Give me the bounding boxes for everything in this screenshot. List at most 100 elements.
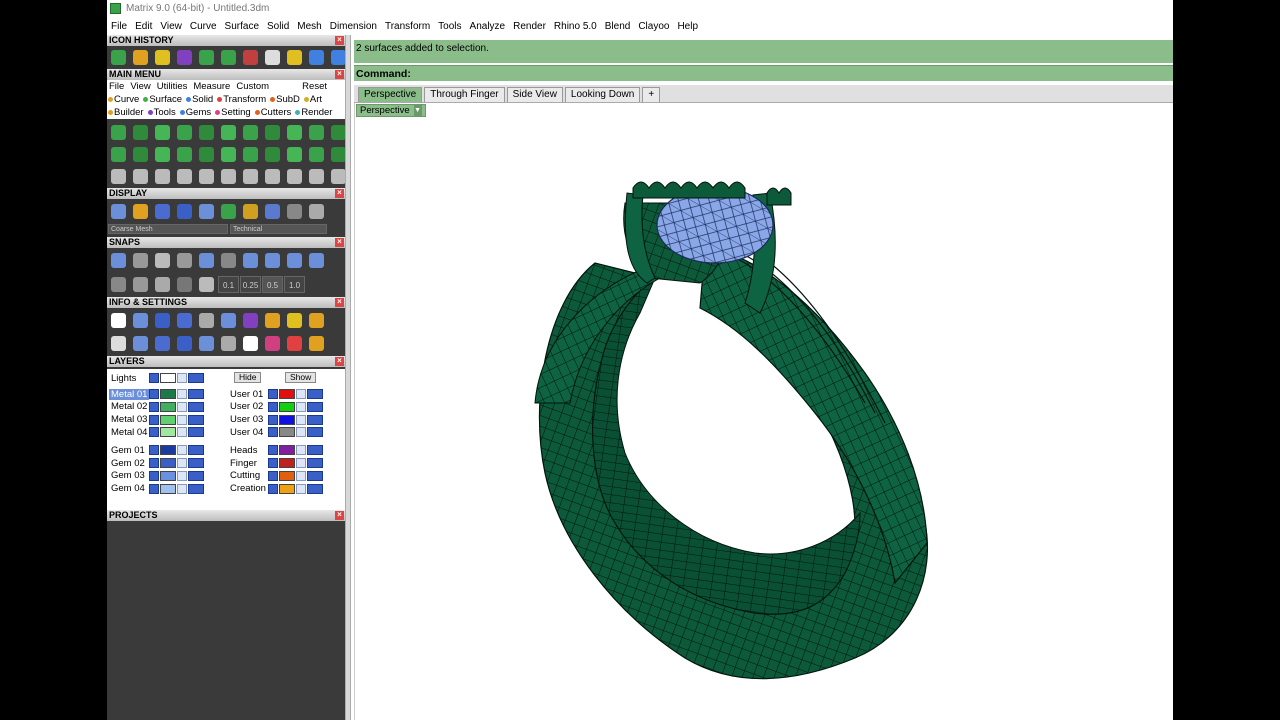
- category-builder[interactable]: Builder: [108, 107, 146, 118]
- house-icon[interactable]: [240, 47, 261, 68]
- close-icon[interactable]: ×: [335, 511, 344, 520]
- menu-view[interactable]: View: [160, 21, 182, 32]
- layer-name[interactable]: Heads: [228, 445, 268, 456]
- layer-material-swatch[interactable]: [307, 427, 323, 438]
- tool-3-3-icon[interactable]: [152, 166, 173, 187]
- menu-analyze[interactable]: Analyze: [470, 21, 506, 32]
- lock-icon[interactable]: [177, 445, 187, 456]
- layer-arrow-icon[interactable]: [268, 427, 278, 438]
- lock-icon[interactable]: [177, 427, 187, 438]
- category-setting[interactable]: Setting: [215, 107, 253, 118]
- snap-tool-3-icon[interactable]: [152, 274, 173, 295]
- lock-icon[interactable]: [296, 401, 306, 412]
- layer-color-swatch[interactable]: [160, 483, 176, 494]
- layer-material-swatch[interactable]: [188, 401, 204, 412]
- close-icon[interactable]: ×: [335, 298, 344, 307]
- snap-8-icon[interactable]: [262, 250, 283, 271]
- info-10-icon[interactable]: [306, 310, 327, 331]
- layer-name[interactable]: Gem 03: [109, 470, 149, 481]
- category-render[interactable]: Render: [295, 107, 334, 118]
- layer-material-swatch[interactable]: [188, 445, 204, 456]
- lock-icon[interactable]: [296, 458, 306, 468]
- menu-surface[interactable]: Surface: [225, 21, 259, 32]
- arrow-left-icon[interactable]: [306, 47, 327, 68]
- layer-material-swatch[interactable]: [307, 414, 323, 425]
- layer-color-swatch[interactable]: [279, 427, 295, 438]
- layer-name[interactable]: Metal 01: [109, 388, 149, 400]
- tab-side-view[interactable]: Side View: [506, 87, 563, 102]
- tool-3-2-icon[interactable]: [130, 166, 151, 187]
- info-1-icon[interactable]: [108, 310, 129, 331]
- layer-row[interactable]: Metal 03: [109, 414, 204, 426]
- viewport-perspective[interactable]: [354, 103, 1173, 720]
- layer-row[interactable]: Finger: [228, 457, 323, 469]
- layer-arrow-icon[interactable]: [149, 389, 159, 399]
- layer-arrow-icon[interactable]: [268, 401, 278, 412]
- lock-icon[interactable]: [177, 373, 187, 383]
- category-solid[interactable]: Solid: [186, 94, 215, 105]
- tool-3-7-icon[interactable]: [240, 166, 261, 187]
- layer-material-swatch[interactable]: [188, 458, 204, 468]
- tool-2-4-icon[interactable]: [174, 144, 195, 165]
- layer-name[interactable]: Gem 01: [109, 445, 149, 456]
- layer-row[interactable]: Heads: [228, 444, 323, 456]
- tool-2-5-icon[interactable]: [196, 144, 217, 165]
- info-6-icon[interactable]: [218, 310, 239, 331]
- layer-color-swatch[interactable]: [279, 389, 295, 399]
- snap-6-icon[interactable]: [218, 250, 239, 271]
- layer-material-swatch[interactable]: [307, 389, 323, 399]
- tool-3-8-icon[interactable]: [262, 166, 283, 187]
- menu-clayoo[interactable]: Clayoo: [638, 21, 669, 32]
- reset-button[interactable]: Reset: [302, 81, 327, 92]
- layer-arrow-icon[interactable]: [149, 401, 159, 412]
- layer-name[interactable]: Creation: [228, 483, 268, 494]
- menu-edit[interactable]: Edit: [135, 21, 152, 32]
- display-1-icon[interactable]: [108, 201, 129, 222]
- tool-2-6-icon[interactable]: [218, 144, 239, 165]
- layer-name[interactable]: Metal 02: [109, 401, 149, 412]
- category-art[interactable]: Art: [303, 94, 324, 105]
- layer-color-swatch[interactable]: [279, 458, 295, 468]
- info-4-icon[interactable]: [174, 310, 195, 331]
- category-cutters[interactable]: Cutters: [254, 107, 294, 118]
- layer-name[interactable]: Cutting: [228, 470, 268, 481]
- lock-icon[interactable]: [177, 458, 187, 468]
- lock-icon[interactable]: [296, 483, 306, 494]
- lock-icon[interactable]: [296, 445, 306, 456]
- layer-name[interactable]: Metal 04: [109, 427, 149, 438]
- menu-help[interactable]: Help: [677, 21, 698, 32]
- tool-2-3-icon[interactable]: [152, 144, 173, 165]
- info-tool-8-icon[interactable]: [262, 333, 283, 354]
- bend-icon[interactable]: [196, 47, 217, 68]
- layer-arrow-icon[interactable]: [268, 389, 278, 399]
- layer-arrow-icon[interactable]: [149, 414, 159, 425]
- layer-color-swatch[interactable]: [160, 458, 176, 468]
- tool-1-10-icon[interactable]: [306, 122, 327, 143]
- render-mode-select[interactable]: Technical: [230, 224, 327, 234]
- lock-icon[interactable]: [296, 389, 306, 399]
- info-3-icon[interactable]: [152, 310, 173, 331]
- info-tool-6-icon[interactable]: [218, 333, 239, 354]
- category-transform[interactable]: Transform: [217, 94, 268, 105]
- snap-tool-2-icon[interactable]: [130, 274, 151, 295]
- close-icon[interactable]: ×: [335, 357, 344, 366]
- layer-arrow-icon[interactable]: [149, 458, 159, 468]
- info-9-icon[interactable]: [284, 310, 305, 331]
- category-surface[interactable]: Surface: [143, 94, 184, 105]
- display-6-icon[interactable]: [218, 201, 239, 222]
- snap-1-icon[interactable]: [108, 250, 129, 271]
- layer-name[interactable]: User 02: [228, 401, 268, 412]
- grid-icon[interactable]: [218, 47, 239, 68]
- layer-color-swatch[interactable]: [279, 470, 295, 481]
- menu-render[interactable]: Render: [513, 21, 546, 32]
- info-tool-1-icon[interactable]: [108, 333, 129, 354]
- lock-icon[interactable]: [177, 414, 187, 425]
- show-button[interactable]: Show: [285, 372, 317, 383]
- tool-2-2-icon[interactable]: [130, 144, 151, 165]
- layer-color-swatch[interactable]: [160, 414, 176, 425]
- layer-arrow-icon[interactable]: [149, 470, 159, 481]
- close-icon[interactable]: ×: [335, 189, 344, 198]
- layer-row[interactable]: User 02: [228, 401, 323, 413]
- layer-arrow-icon[interactable]: [149, 445, 159, 456]
- layer-material-swatch[interactable]: [307, 445, 323, 456]
